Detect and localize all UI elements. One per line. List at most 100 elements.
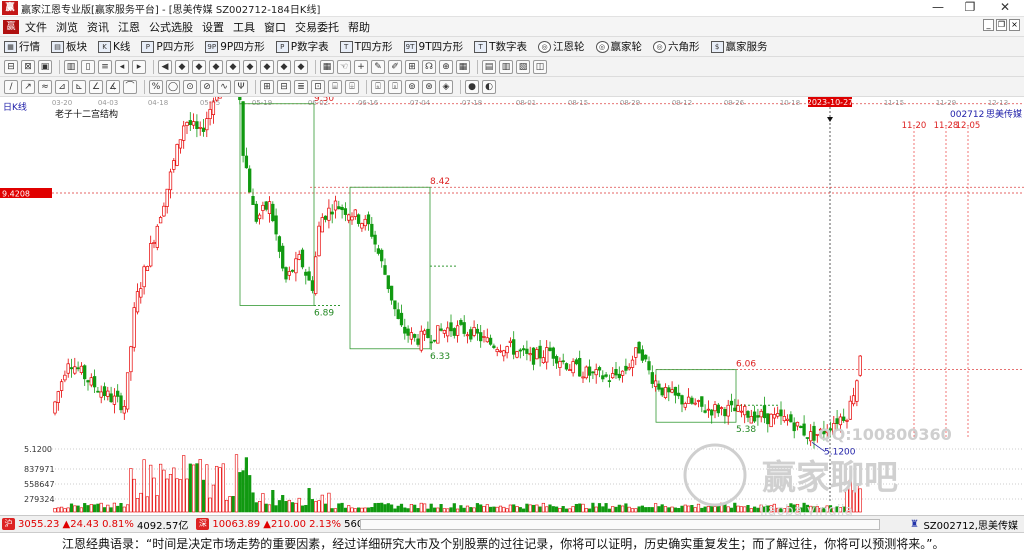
tool-icon[interactable]: ⊙ — [183, 79, 197, 94]
tool-icon[interactable]: ∡ — [106, 79, 120, 94]
menu-item[interactable]: 资讯 — [84, 19, 115, 35]
menu-item[interactable]: 帮助 — [345, 19, 376, 35]
tool-icon[interactable]: ⊟ — [277, 79, 291, 94]
toolbar-button[interactable]: ▦ 行情 — [0, 39, 40, 54]
tool-icon[interactable]: ▦ — [456, 59, 470, 74]
toolbar-button[interactable]: P P四方形 — [137, 39, 194, 54]
toolbar-button[interactable]: K K线 — [94, 39, 130, 54]
tool-icon[interactable]: ▥ — [64, 59, 78, 74]
menu-item[interactable]: 江恩 — [115, 19, 146, 35]
tool-icon[interactable]: ☊ — [422, 59, 436, 74]
tool-icon[interactable]: ◈ — [439, 79, 453, 94]
tool-icon[interactable]: ⊘ — [200, 79, 214, 94]
tool-icon[interactable]: Ψ — [234, 79, 248, 94]
date-label: 04-18 — [148, 99, 168, 107]
tool-icon[interactable]: + — [354, 59, 368, 74]
menu-item[interactable]: 设置 — [199, 19, 230, 35]
price-marker-label: 9.4208 — [2, 190, 30, 199]
tool-icon[interactable]: ≡ — [98, 59, 112, 74]
tool-icon[interactable]: ◫ — [533, 59, 547, 74]
menu-item[interactable]: 窗口 — [261, 19, 292, 35]
tool-icon[interactable]: ≈ — [38, 79, 52, 94]
tool-icon[interactable]: % — [149, 79, 163, 94]
volume-bar — [439, 504, 443, 513]
candle-body — [627, 367, 631, 370]
toolbar-button[interactable]: 9T 9T四方形 — [400, 39, 463, 54]
menu-item[interactable]: 工具 — [230, 19, 261, 35]
tool-icon[interactable]: ▥ — [499, 59, 513, 74]
tool-icon[interactable]: ▦ — [320, 59, 334, 74]
tool-icon[interactable]: / — [4, 79, 18, 94]
close-icon[interactable]: ✕ — [986, 0, 1024, 17]
tool-icon[interactable]: ⌻ — [388, 79, 402, 94]
tool-icon[interactable]: ⊛ — [422, 79, 436, 94]
tool-icon[interactable]: ◆ — [277, 59, 291, 74]
chart-area[interactable]: 03-2004-0304-1805-0505-1906-0206-1607-04… — [0, 16, 1024, 519]
tool-icon[interactable]: ◆ — [192, 59, 206, 74]
toolbar-button[interactable]: T T四方形 — [336, 39, 393, 54]
mdi-close-icon[interactable]: × — [1009, 19, 1020, 31]
candle-body — [300, 249, 305, 268]
tool-icon[interactable]: ⊿ — [55, 79, 69, 94]
toolbar-button[interactable]: ◎ 赢家轮 — [592, 39, 642, 54]
tool-icon[interactable]: ↗ — [21, 79, 35, 94]
tool-icon[interactable]: ◆ — [209, 59, 223, 74]
menu-item[interactable]: 文件 — [22, 19, 53, 35]
shenzhen-index[interactable]: 深 10063.89 ▲210.00 2.13% 5602.52 — [194, 518, 386, 530]
menu-item[interactable]: 浏览 — [53, 19, 84, 35]
toolbar-button[interactable]: ▤ 板块 — [47, 39, 87, 54]
tool-icon[interactable]: ≣ — [294, 79, 308, 94]
tool-icon[interactable]: ☜ — [337, 59, 351, 74]
tool-icon[interactable]: ◆ — [260, 59, 274, 74]
candle-body — [396, 309, 400, 319]
toolbar-button[interactable]: P P数字表 — [272, 39, 329, 54]
tool-icon[interactable]: ◆ — [294, 59, 308, 74]
tool-icon[interactable]: ◆ — [175, 59, 189, 74]
toolbar-button[interactable]: 9P 9P四方形 — [201, 39, 265, 54]
menu-item[interactable]: 公式选股 — [146, 19, 199, 35]
restore-icon[interactable]: ❐ — [954, 0, 986, 17]
tool-icon[interactable]: ⊞ — [260, 79, 274, 94]
candle-body — [752, 411, 757, 422]
tool-icon[interactable]: ⊾ — [72, 79, 86, 94]
toolbar-button[interactable]: ◎ 江恩轮 — [534, 39, 585, 54]
tool-icon[interactable]: ◆ — [243, 59, 257, 74]
tool-icon[interactable]: ▣ — [38, 59, 52, 74]
tool-icon[interactable]: ✎ — [371, 59, 385, 74]
candle-body — [254, 203, 258, 222]
tool-icon[interactable]: ⊡ — [311, 79, 325, 94]
mdi-minimize-icon[interactable]: _ — [983, 19, 994, 31]
tool-icon[interactable]: ⌒ — [123, 79, 137, 94]
menu-item[interactable]: 交易委托 — [292, 19, 345, 35]
minimize-icon[interactable]: — — [922, 0, 954, 17]
tool-icon[interactable]: ▯ — [81, 59, 95, 74]
status-stock[interactable]: ♜ SZ002712,思美传媒 — [908, 517, 1018, 533]
tool-icon[interactable]: ⊠ — [21, 59, 35, 74]
tool-icon[interactable]: ✐ — [388, 59, 402, 74]
tool-icon[interactable]: ⌹ — [345, 79, 359, 94]
tool-icon[interactable]: ◆ — [226, 59, 240, 74]
tool-icon[interactable]: ⊚ — [405, 79, 419, 94]
tool-icon[interactable]: ▸ — [132, 59, 146, 74]
toolbar-button[interactable]: T T数字表 — [470, 39, 527, 54]
tool-icon[interactable]: ⌺ — [371, 79, 385, 94]
tool-icon[interactable]: ⊟ — [4, 59, 18, 74]
kline-chart[interactable]: 03-2004-0304-1805-0505-1906-0206-1607-04… — [0, 16, 1024, 519]
tool-icon[interactable]: ▧ — [516, 59, 530, 74]
tool-icon[interactable]: ⊕ — [439, 59, 453, 74]
horizontal-scrollbar[interactable] — [360, 519, 880, 530]
tool-icon[interactable]: ⌸ — [328, 79, 342, 94]
tool-icon[interactable]: ◂ — [115, 59, 129, 74]
toolbar-button[interactable]: $ 赢家服务 — [707, 39, 768, 54]
toolbar-button[interactable]: ◎ 六角形 — [649, 39, 700, 54]
tool-icon[interactable]: ◯ — [166, 79, 180, 94]
tool-icon[interactable]: ◀ — [158, 59, 172, 74]
tool-icon[interactable]: ⊞ — [405, 59, 419, 74]
tool-icon[interactable]: ∿ — [217, 79, 231, 94]
tool-icon[interactable]: ∠ — [89, 79, 103, 94]
shanghai-index[interactable]: 沪 3055.23 ▲24.43 0.81% 4092.57亿 — [0, 517, 188, 532]
tool-icon[interactable]: ● — [465, 79, 479, 94]
mdi-restore-icon[interactable]: ❐ — [996, 19, 1007, 31]
tool-icon[interactable]: ▤ — [482, 59, 496, 74]
tool-icon[interactable]: ◐ — [482, 79, 496, 94]
